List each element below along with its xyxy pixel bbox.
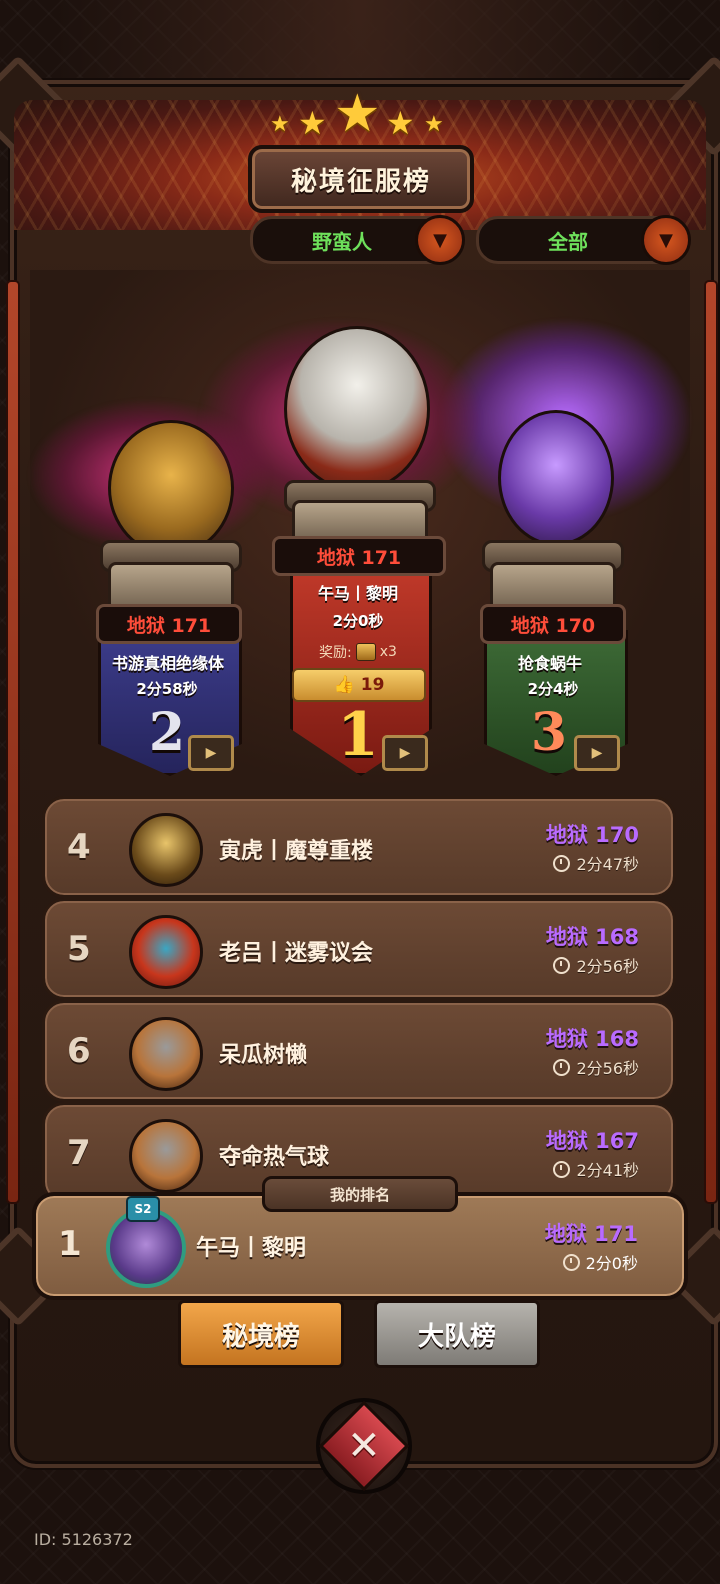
scope-filter-dropdown[interactable]: 全部 ▼ (476, 215, 691, 265)
video-icon[interactable]: ▶ (574, 735, 620, 771)
list-time: 2分47秒 (553, 851, 639, 875)
list-time: 2分56秒 (553, 1055, 639, 1079)
list-score: 地狱 168 (545, 925, 639, 949)
reward-row: 奖励: x3 (292, 640, 424, 664)
my-rank-time: 2分0秒 (562, 1250, 638, 1274)
season-badge: S2 (126, 1196, 160, 1222)
star-icon: ★ (424, 112, 444, 137)
like-count: 19 (360, 675, 385, 695)
podium-name-3: 抢食蜗牛 (517, 654, 582, 673)
podium-rank-3: 3 (530, 702, 568, 763)
video-icon[interactable]: ▶ (188, 735, 234, 771)
list-rank: 4 (67, 827, 91, 867)
podium-time-1: 2分0秒 (332, 612, 384, 630)
star-icon: ★ (334, 84, 381, 144)
podium-rank-1: 1 (337, 700, 379, 770)
my-rank-tag: 我的排名 (262, 1176, 458, 1212)
score-tag-2: 地狱 171 (96, 604, 242, 644)
tab-secret-realm[interactable]: 秘境榜 (178, 1300, 344, 1368)
list-name: 夺命热气球 (219, 1145, 330, 1170)
list-score: 地狱 168 (545, 1027, 639, 1051)
list-time-text: 2分56秒 (576, 1059, 639, 1078)
page-title: 秘境征服榜 (248, 145, 474, 213)
reward-label: 奖励: (319, 645, 352, 661)
list-name: 老吕丨迷雾议会 (219, 941, 374, 966)
reward-count: x3 (379, 644, 397, 660)
list-name: 呆瓜树懒 (219, 1043, 308, 1068)
chevron-down-icon[interactable]: ▼ (641, 215, 691, 265)
list-rank: 6 (67, 1031, 91, 1071)
hero-avatar-1[interactable] (284, 326, 430, 492)
stars-decoration: ★ ★ ★ ★ ★ (0, 84, 720, 144)
podium-rank-2: 2 (148, 702, 186, 763)
list-time: 2分56秒 (553, 953, 639, 977)
list-rank: 5 (67, 929, 91, 969)
list-time: 2分41秒 (553, 1157, 639, 1181)
podium-time-2: 2分58秒 (136, 680, 198, 698)
clock-icon (562, 1253, 580, 1271)
reward-chest-icon (355, 643, 376, 661)
thumbs-up-icon: 👍 (333, 675, 355, 695)
star-icon: ★ (270, 112, 290, 137)
clock-icon (553, 1160, 571, 1178)
my-rank-time-text: 2分0秒 (585, 1254, 638, 1273)
list-score: 地狱 170 (545, 823, 639, 847)
score-tag-3: 地狱 170 (480, 604, 626, 644)
list-time-text: 2分56秒 (576, 957, 639, 976)
podium-name-2: 书游真相绝缘体 (111, 654, 224, 673)
player-id: ID: 5126372 (34, 1530, 133, 1549)
frame-rail-right (704, 280, 718, 1204)
class-filter-dropdown[interactable]: 野蛮人 ▼ (250, 215, 465, 265)
star-icon: ★ (386, 104, 415, 142)
avatar[interactable] (129, 1017, 203, 1091)
list-time-text: 2分47秒 (576, 855, 639, 874)
list-item[interactable]: 4 寅虎丨魔尊重楼 地狱 170 2分47秒 (42, 796, 676, 898)
list-name: 寅虎丨魔尊重楼 (219, 839, 374, 864)
frame-rail-left (6, 280, 20, 1204)
avatar[interactable] (129, 915, 203, 989)
avatar[interactable] (129, 1119, 203, 1193)
podium-name-1: 午马丨黎明 (317, 584, 398, 603)
video-icon[interactable]: ▶ (382, 735, 428, 771)
list-time-text: 2分41秒 (576, 1161, 639, 1180)
list-item[interactable]: 6 呆瓜树懒 地狱 168 2分56秒 (42, 1000, 676, 1102)
hero-avatar-3[interactable] (498, 410, 614, 546)
my-rank-name: 午马丨黎明 (196, 1236, 307, 1261)
chevron-down-icon[interactable]: ▼ (415, 215, 465, 265)
my-rank-score: 地狱 171 (544, 1222, 638, 1246)
tab-team[interactable]: 大队榜 (374, 1300, 540, 1368)
like-button[interactable]: 👍 19 (292, 668, 426, 702)
clock-icon (553, 956, 571, 974)
my-rank-number: 1 (58, 1224, 82, 1264)
avatar[interactable] (129, 813, 203, 887)
list-score: 地狱 167 (545, 1129, 639, 1153)
close-button[interactable]: ✕ (316, 1398, 412, 1494)
clock-icon (553, 854, 571, 872)
podium-time-3: 2分4秒 (527, 680, 579, 698)
list-rank: 7 (67, 1133, 91, 1173)
close-icon: ✕ (318, 1400, 410, 1492)
score-tag-1: 地狱 171 (272, 536, 446, 576)
clock-icon (553, 1058, 571, 1076)
list-item[interactable]: 5 老吕丨迷雾议会 地狱 168 2分56秒 (42, 898, 676, 1000)
star-icon: ★ (298, 104, 327, 142)
